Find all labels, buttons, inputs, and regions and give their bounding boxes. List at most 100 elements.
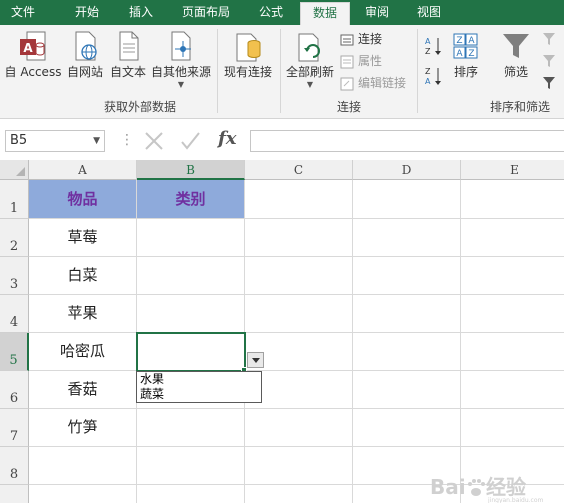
chevron-down-icon: ▼ (177, 80, 185, 89)
properties-icon (340, 55, 354, 68)
column-header-e[interactable]: E (461, 160, 564, 180)
cell-b1[interactable]: 类别 (137, 180, 244, 218)
svg-text:经验: 经验 (486, 475, 526, 499)
external-data-group-label: 获取外部数据 (103, 100, 176, 114)
tab-review[interactable]: 审阅 (352, 0, 402, 25)
sort-ascending-icon[interactable]: A Z (424, 35, 444, 57)
filter-icon (503, 34, 529, 58)
group-divider (417, 29, 418, 113)
edit-links-icon (340, 77, 354, 90)
gridline (460, 180, 461, 503)
existing-connections-button[interactable]: 现有连接 (222, 31, 274, 80)
formula-input[interactable] (250, 130, 564, 152)
tab-insert[interactable]: 插入 (116, 0, 166, 25)
svg-text:Bai: Bai (430, 475, 466, 499)
formula-buttons (145, 132, 200, 150)
from-access-button[interactable]: A 自 Access (4, 31, 62, 80)
row-header-8[interactable]: 8 (0, 447, 29, 485)
cell-a6[interactable]: 香菇 (29, 371, 136, 408)
sort-button[interactable]: Z A A Z 排序 (448, 31, 484, 80)
web-icon (75, 31, 97, 61)
svg-text:jingyan.baidu.com: jingyan.baidu.com (487, 497, 544, 503)
row-header-9[interactable] (0, 485, 29, 503)
ribbon-tab-bar: 文件 开始 插入 页面布局 公式 数据 审阅 视图 (0, 0, 564, 25)
sort-descending-icon[interactable]: Z A (424, 65, 444, 87)
refresh-all-button[interactable]: 全部刷新 ▼ (284, 31, 336, 89)
row-header-5[interactable]: 5 (0, 333, 29, 371)
row-number: 5 (9, 353, 18, 368)
column-header-b[interactable]: B (137, 160, 245, 180)
dropdown-option-fruit[interactable]: 水果 (137, 372, 261, 387)
row-number: 1 (9, 201, 19, 216)
row-number: 7 (9, 429, 19, 444)
chevron-down-icon (252, 358, 260, 363)
column-header-a[interactable]: A (29, 160, 137, 180)
worksheet-grid: A B C D E 1 2 3 4 5 6 7 8 物品 类别 草莓 白菜 苹果… (0, 160, 564, 503)
tab-formulas[interactable]: 公式 (246, 0, 296, 25)
svg-text:Z: Z (456, 36, 462, 46)
svg-text:A: A (456, 49, 463, 59)
baidu-jingyan-watermark: Bai 经验 jingyan.baidu.com (430, 475, 544, 503)
cell-a4[interactable]: 苹果 (29, 295, 136, 332)
ribbon-panel: A 自 Access 自网站 自文本 自其他来源 ▼ 现有连接 获取外部数据 全… (0, 25, 564, 119)
advanced-filter-icons[interactable] (542, 31, 564, 91)
from-web-button[interactable]: 自网站 (64, 31, 106, 80)
from-access-label: 自 Access (4, 65, 62, 79)
row-header-1[interactable]: 1 (0, 180, 29, 219)
from-other-sources-button[interactable]: 自其他来源 ▼ (150, 31, 212, 89)
row-header-3[interactable]: 3 (0, 257, 29, 295)
text-file-icon (119, 31, 139, 61)
svg-text:A: A (23, 41, 33, 55)
svg-text:Z: Z (425, 47, 431, 56)
row-header-2[interactable]: 2 (0, 219, 29, 257)
select-all-button[interactable] (0, 160, 29, 180)
row-header-6[interactable]: 6 (0, 371, 29, 409)
tab-home[interactable]: 开始 (58, 0, 116, 25)
tab-page-layout[interactable]: 页面布局 (172, 0, 240, 25)
column-header-d[interactable]: D (353, 160, 461, 180)
name-box-value: B5 (10, 133, 28, 148)
refresh-all-label: 全部刷新 (285, 65, 334, 79)
connections-button[interactable]: 连接 (340, 30, 382, 48)
svg-text:Z: Z (468, 49, 474, 59)
column-header-c[interactable]: C (245, 160, 353, 180)
existing-connections-label: 现有连接 (223, 65, 272, 79)
insert-function-icon[interactable]: fx (218, 128, 236, 149)
svg-text:A: A (425, 77, 431, 86)
svg-text:A: A (468, 36, 475, 46)
svg-text:A: A (425, 37, 431, 46)
connections-label: 连接 (358, 32, 383, 46)
active-cell-b5[interactable] (136, 332, 246, 372)
edit-links-button[interactable]: 编辑链接 (340, 74, 406, 92)
row-number: 2 (9, 239, 19, 254)
cell-a2[interactable]: 草莓 (29, 219, 136, 256)
edit-links-label: 编辑链接 (358, 76, 407, 90)
select-all-triangle-icon (16, 167, 25, 176)
row-number: 3 (9, 277, 19, 292)
validation-dropdown-list: 水果 蔬菜 (136, 371, 262, 403)
cell-a1[interactable]: 物品 (29, 180, 136, 218)
row-header-4[interactable]: 4 (0, 295, 29, 333)
dropdown-option-vegetable[interactable]: 蔬菜 (137, 387, 261, 402)
cell-a3[interactable]: 白菜 (29, 257, 136, 294)
refresh-icon (298, 33, 320, 62)
tab-view[interactable]: 视图 (404, 0, 454, 25)
filter-label: 筛选 (503, 65, 528, 79)
properties-button[interactable]: 属性 (340, 52, 382, 70)
cell-a7[interactable]: 竹笋 (29, 409, 136, 446)
cancel-icon[interactable] (145, 132, 163, 150)
gridline (29, 446, 564, 447)
from-text-button[interactable]: 自文本 (108, 31, 148, 80)
tab-file[interactable]: 文件 (0, 0, 46, 25)
cell-a5[interactable]: 哈密瓜 (29, 333, 136, 370)
enter-icon[interactable] (181, 132, 200, 150)
access-icon: A (20, 31, 46, 61)
tab-data[interactable]: 数据 (300, 2, 350, 25)
chevron-down-icon[interactable]: ▼ (93, 131, 100, 151)
sort-label: 排序 (453, 65, 478, 79)
formula-bar: B5 ▼ ⋮ fx (0, 120, 564, 160)
row-header-7[interactable]: 7 (0, 409, 29, 447)
name-box[interactable]: B5 ▼ (5, 130, 105, 152)
filter-button[interactable]: 筛选 (498, 31, 534, 80)
validation-dropdown-button[interactable] (247, 352, 264, 368)
